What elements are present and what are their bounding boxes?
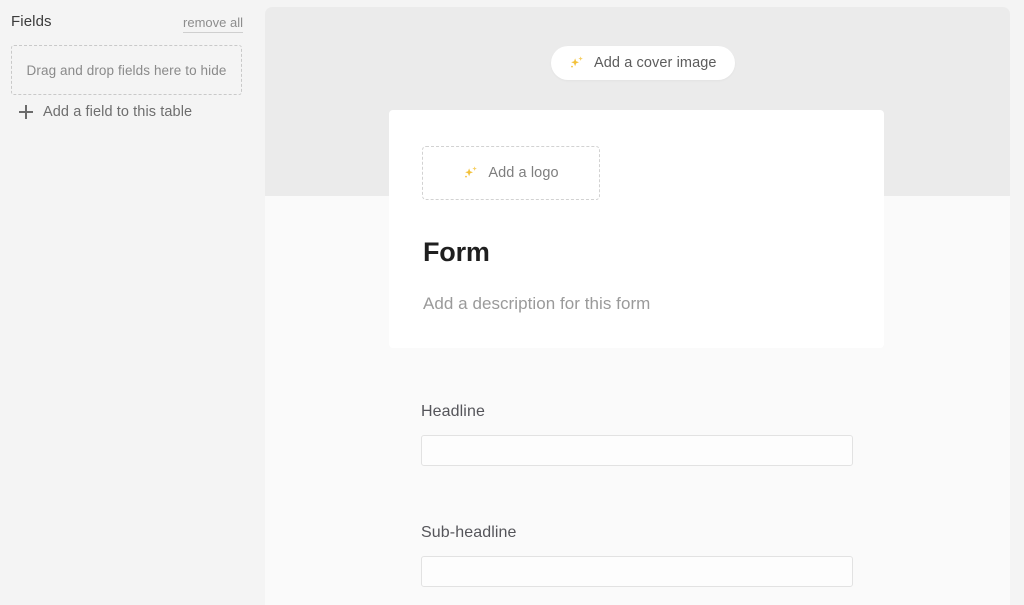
add-logo-label: Add a logo (488, 165, 559, 181)
add-logo-button[interactable]: Add a logo (422, 146, 600, 200)
sidebar-header: Fields remove all (11, 13, 243, 35)
field-label: Headline (421, 403, 485, 420)
form-builder-screen: Fields remove all Drag and drop fields h… (0, 0, 1024, 605)
form-field-sub-headline: Sub-headline (421, 523, 853, 587)
add-field-button[interactable]: Add a field to this table (19, 104, 192, 120)
add-cover-image-button[interactable]: Add a cover image (551, 46, 735, 80)
add-field-label: Add a field to this table (43, 104, 193, 120)
form-field-headline: Headline (421, 402, 853, 466)
sparkles-icon (571, 56, 583, 68)
page-title: Fields (11, 13, 52, 30)
remove-all-link[interactable]: remove all (183, 16, 243, 33)
sub-headline-input[interactable] (421, 556, 853, 587)
headline-input[interactable] (421, 435, 853, 466)
plus-icon (19, 105, 33, 119)
form-preview-panel: Add a cover image Add a logo Form Add a … (265, 7, 1010, 605)
fields-sidebar: Fields remove all Drag and drop fields h… (0, 0, 264, 605)
form-title[interactable]: Form (423, 236, 490, 268)
dropzone-label: Drag and drop fields here to hide (26, 62, 227, 78)
hidden-fields-dropzone[interactable]: Drag and drop fields here to hide (11, 45, 242, 95)
form-description[interactable]: Add a description for this form (423, 293, 650, 315)
field-label: Sub-headline (421, 524, 517, 541)
sparkles-icon (465, 166, 478, 178)
add-cover-image-label: Add a cover image (594, 55, 717, 71)
form-header-card: Add a logo Form Add a description for th… (389, 110, 884, 348)
